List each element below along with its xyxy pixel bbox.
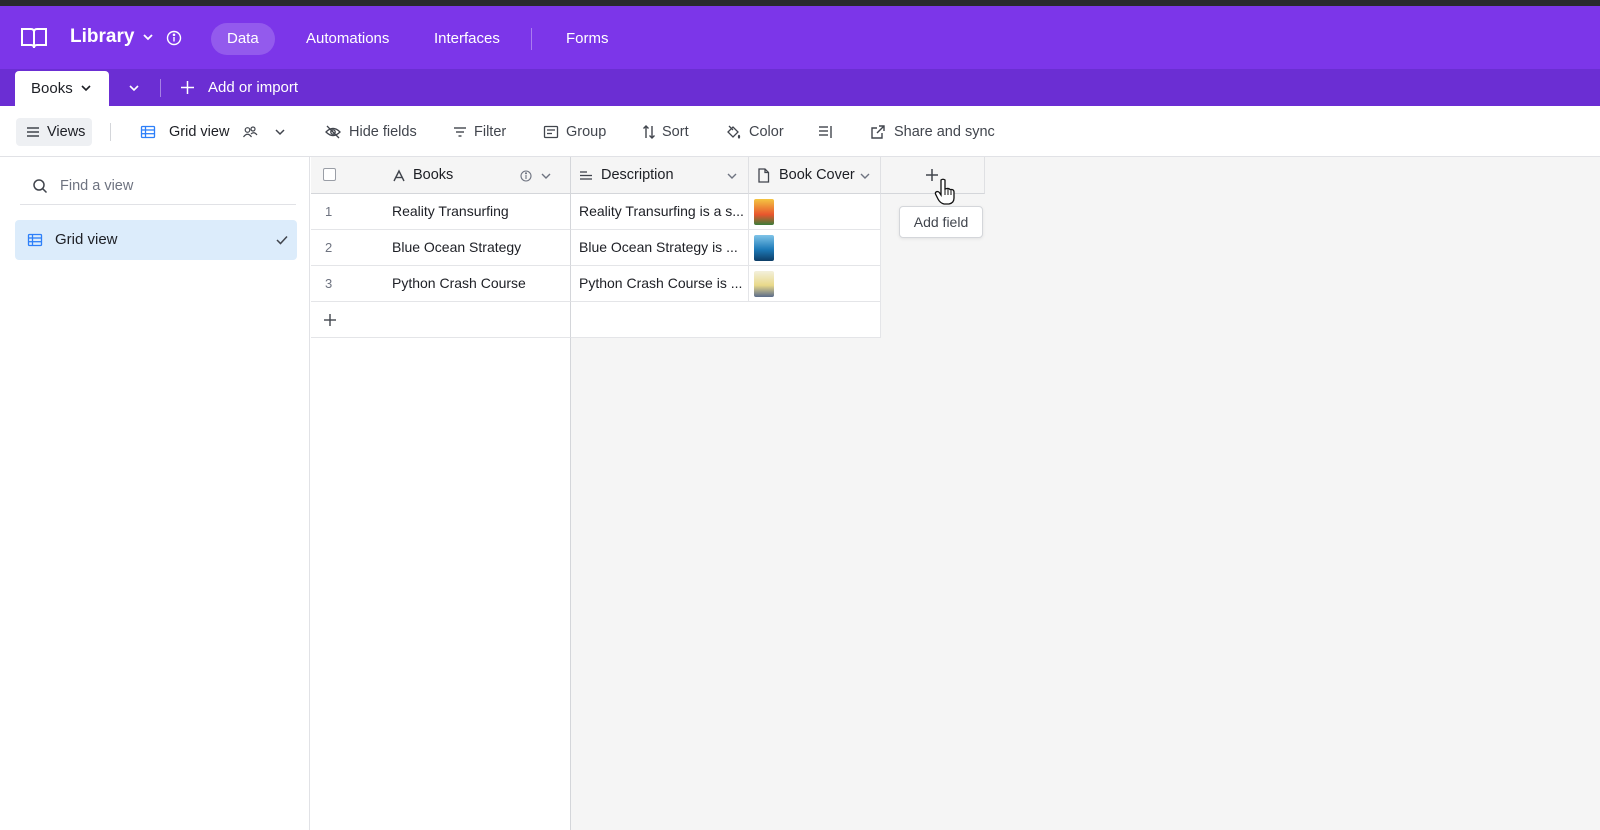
filter-button[interactable]: Filter bbox=[452, 118, 506, 146]
menu-icon bbox=[27, 127, 39, 137]
sort-icon bbox=[643, 125, 655, 139]
book-cover-thumbnail[interactable] bbox=[754, 199, 774, 225]
collaborators-icon bbox=[243, 126, 258, 138]
views-button[interactable]: Views bbox=[16, 118, 92, 146]
hide-fields-button[interactable]: Hide fields bbox=[325, 118, 417, 146]
sort-button[interactable]: Sort bbox=[641, 118, 689, 146]
chevron-down-icon[interactable] bbox=[726, 170, 738, 182]
row-height-icon bbox=[819, 126, 832, 138]
cell-book-cover[interactable] bbox=[749, 230, 881, 266]
attachment-file-icon bbox=[758, 168, 770, 183]
search-icon bbox=[33, 179, 48, 194]
color-label: Color bbox=[749, 124, 784, 140]
plus-icon bbox=[181, 81, 194, 94]
add-or-import-button[interactable]: Add or import bbox=[180, 69, 298, 106]
select-all-checkbox[interactable] bbox=[323, 168, 336, 181]
filter-label: Filter bbox=[474, 124, 507, 140]
add-row-button[interactable] bbox=[311, 302, 571, 338]
add-field-tooltip: Add field bbox=[899, 206, 983, 238]
eye-slash-icon bbox=[325, 125, 341, 139]
find-view-search bbox=[20, 167, 296, 205]
add-field-button[interactable] bbox=[881, 157, 985, 194]
hand-cursor-icon bbox=[934, 178, 955, 205]
book-open-icon[interactable] bbox=[20, 26, 48, 50]
sidebar-item-grid-view[interactable]: Grid view bbox=[15, 220, 297, 260]
cell-description[interactable]: Blue Ocean Strategy is ... bbox=[571, 230, 749, 266]
row-number: 3 bbox=[311, 266, 389, 302]
chevron-down-icon[interactable] bbox=[127, 81, 141, 95]
tab-data[interactable]: Data bbox=[211, 23, 275, 55]
column-header-book-cover[interactable]: Book Cover bbox=[749, 157, 881, 194]
info-icon[interactable] bbox=[520, 170, 532, 182]
grid-icon bbox=[140, 125, 156, 139]
cell-book-title[interactable]: Python Crash Course bbox=[389, 266, 571, 302]
text-field-icon bbox=[393, 169, 405, 182]
find-view-input[interactable] bbox=[60, 175, 280, 197]
sort-label: Sort bbox=[662, 124, 689, 140]
cell-description[interactable]: Reality Transurfing is a s... bbox=[571, 194, 749, 230]
view-toolbar: Views Grid view Hide fields Filter Group… bbox=[0, 106, 1600, 157]
tab-forms[interactable]: Forms bbox=[550, 23, 625, 55]
tab-interfaces[interactable]: Interfaces bbox=[418, 23, 516, 55]
cell-book-title[interactable]: Blue Ocean Strategy bbox=[389, 230, 571, 266]
views-label: Views bbox=[47, 124, 86, 140]
nav-divider bbox=[531, 28, 532, 50]
table-bar-divider bbox=[160, 79, 161, 97]
chevron-down-icon[interactable] bbox=[141, 30, 155, 44]
grid-icon bbox=[27, 233, 43, 247]
hide-fields-label: Hide fields bbox=[349, 124, 417, 140]
add-row-spacer[interactable] bbox=[571, 302, 881, 338]
row-number: 1 bbox=[311, 194, 389, 230]
toolbar-divider bbox=[110, 123, 111, 141]
group-label: Group bbox=[566, 124, 607, 140]
table-tab-label: Books bbox=[31, 80, 73, 97]
row-number: 2 bbox=[311, 230, 389, 266]
sidebar-item-label: Grid view bbox=[55, 231, 118, 248]
add-or-import-label: Add or import bbox=[208, 79, 299, 96]
base-name[interactable]: Library bbox=[70, 26, 134, 48]
checkmark-icon bbox=[276, 235, 288, 245]
group-icon bbox=[543, 125, 559, 139]
tab-automations[interactable]: Automations bbox=[290, 23, 405, 55]
cell-book-cover[interactable] bbox=[749, 194, 881, 230]
info-icon[interactable] bbox=[166, 30, 182, 46]
plus-icon bbox=[324, 314, 336, 326]
filter-icon bbox=[454, 127, 466, 137]
column-header-label: Description bbox=[601, 167, 674, 183]
row-height-button[interactable] bbox=[818, 118, 838, 146]
column-header-books[interactable]: Books bbox=[389, 157, 571, 194]
long-text-icon bbox=[580, 171, 592, 180]
views-sidebar: Grid view bbox=[0, 157, 310, 830]
app-header: Library Data Automations Interfaces Form… bbox=[0, 6, 1600, 69]
column-header-label: Book Cover bbox=[779, 167, 855, 183]
chevron-down-icon[interactable] bbox=[274, 124, 286, 140]
book-cover-thumbnail[interactable] bbox=[754, 235, 774, 261]
share-and-sync-label: Share and sync bbox=[894, 124, 995, 140]
chevron-down-icon[interactable] bbox=[859, 170, 871, 182]
chevron-down-icon[interactable] bbox=[80, 82, 92, 94]
column-header-label: Books bbox=[413, 167, 454, 183]
table-bar: Books Add or import bbox=[0, 69, 1600, 106]
table-tab-books[interactable]: Books bbox=[15, 71, 109, 106]
grid-canvas: Books Description Book Cover 1 Reality T… bbox=[311, 157, 1600, 830]
cell-book-title[interactable]: Reality Transurfing bbox=[389, 194, 571, 230]
header-select-all bbox=[311, 157, 389, 194]
cell-description[interactable]: Python Crash Course is ... bbox=[571, 266, 749, 302]
chevron-down-icon[interactable] bbox=[540, 170, 552, 182]
view-switcher[interactable]: Grid view bbox=[140, 118, 290, 146]
cell-book-cover[interactable] bbox=[749, 266, 881, 302]
share-and-sync-button[interactable]: Share and sync bbox=[870, 118, 995, 146]
view-name: Grid view bbox=[169, 124, 230, 140]
external-link-icon bbox=[871, 125, 885, 139]
group-button[interactable]: Group bbox=[543, 118, 606, 146]
book-cover-thumbnail[interactable] bbox=[754, 271, 774, 297]
color-button[interactable]: Color bbox=[725, 118, 784, 146]
column-header-description[interactable]: Description bbox=[571, 157, 749, 194]
paint-bucket-icon bbox=[727, 125, 741, 139]
